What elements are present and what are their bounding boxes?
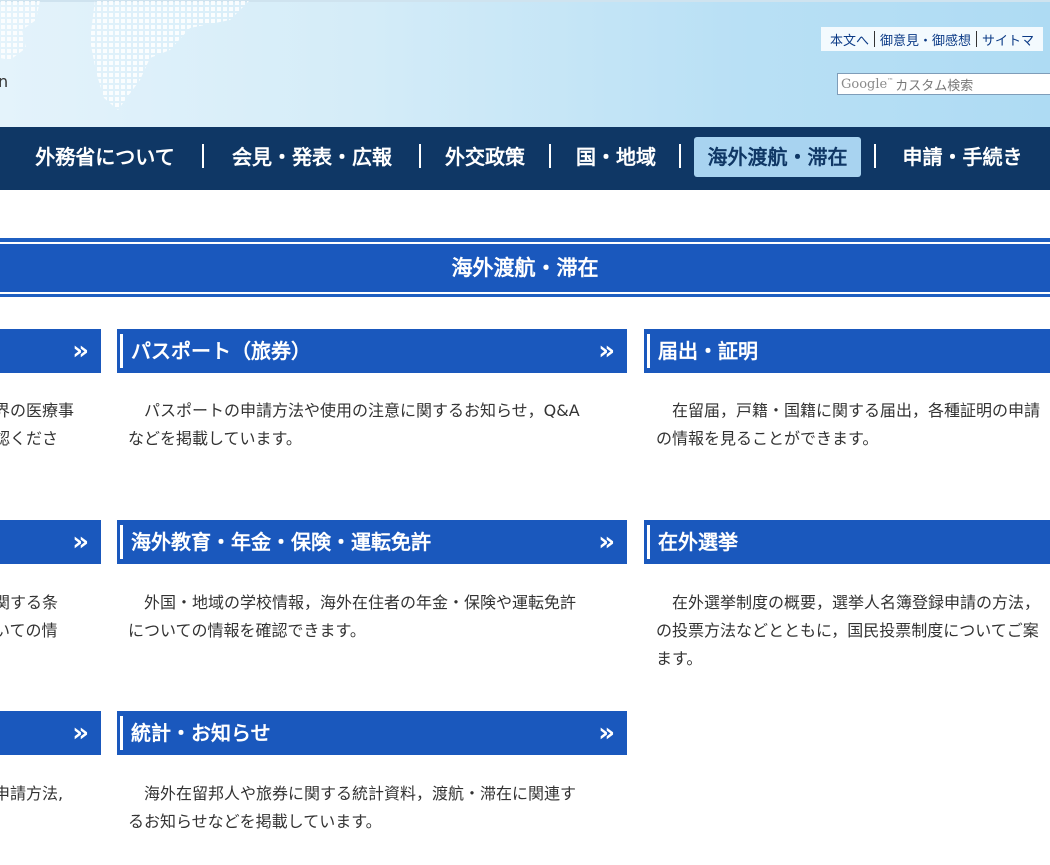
nav-item-foreign-policy[interactable]: 外交政策 <box>434 137 536 177</box>
nav-separator <box>549 144 551 168</box>
double-chevron-right-icon: » <box>72 527 89 557</box>
utility-links: 本文へ 御意見・御感想 サイトマ <box>821 27 1044 51</box>
section-title-bottom-rule <box>0 294 1050 297</box>
double-chevron-right-icon: » <box>72 718 89 748</box>
double-chevron-right-icon: » <box>598 718 615 748</box>
card-description-statistics-news: 海外在留邦人や旅券に関する統計資料，渡航・滞在に関連す るお知らせなどを掲載して… <box>128 784 577 831</box>
double-chevron-right-icon: » <box>72 336 89 366</box>
card-description-notifications-certificates: 在留届，戸籍・国籍に関する届出，各種証明の申請 の情報を見ることができます。 <box>656 401 1041 448</box>
card-description-left-3: 申請方法, <box>0 784 64 803</box>
google-logo: Google™ <box>841 76 894 92</box>
card-title: 統計・お知らせ <box>131 721 271 745</box>
section-title: 海外渡航・滞在 <box>0 244 1050 292</box>
nav-separator <box>419 144 421 168</box>
double-chevron-right-icon: » <box>598 527 615 557</box>
card-header-left-3[interactable]: » <box>0 711 101 755</box>
section-title-top-rule <box>0 238 1050 242</box>
site-header: n 本文へ 御意見・御感想 サイトマ Google™ カスタム検索 <box>0 0 1050 127</box>
custom-search-input[interactable]: Google™ カスタム検索 <box>837 73 1050 95</box>
card-title: パスポート（旅券） <box>131 339 311 363</box>
card-header-left-2[interactable]: » <box>0 520 101 564</box>
feedback-link[interactable]: 御意見・御感想 <box>875 30 976 49</box>
card-header-passport[interactable]: パスポート（旅券） » <box>117 329 627 373</box>
sitemap-link[interactable]: サイトマ <box>977 30 1039 49</box>
nav-item-press[interactable]: 会見・発表・広報 <box>218 137 406 177</box>
card-description-left-1: 界の医療事 認くださ <box>0 401 75 448</box>
site-logo-fragment[interactable]: n <box>0 72 8 91</box>
nav-separator <box>679 144 681 168</box>
world-map-graphic <box>0 0 250 110</box>
card-header-statistics-news[interactable]: 統計・お知らせ » <box>117 711 627 755</box>
nav-separator <box>202 144 204 168</box>
skip-to-content-link[interactable]: 本文へ <box>825 30 874 49</box>
card-description-overseas-voting: 在外選挙制度の概要，選挙人名簿登録申請の方法， の投票方法などとともに，国民投票… <box>656 593 1041 668</box>
nav-item-applications[interactable]: 申請・手続き <box>890 137 1035 177</box>
card-header-left-1[interactable]: » <box>0 329 101 373</box>
card-description-left-2: 関する条 いての情 <box>0 593 59 640</box>
card-header-overseas-voting[interactable]: 在外選挙 <box>644 520 1050 564</box>
card-title: 海外教育・年金・保険・運転免許 <box>131 530 431 554</box>
card-header-notifications-certificates[interactable]: 届出・証明 <box>644 329 1050 373</box>
global-nav: 外務省について 会見・発表・広報 外交政策 国・地域 海外渡航・滞在 申請・手続… <box>0 127 1050 190</box>
nav-item-about-mofa[interactable]: 外務省について <box>22 137 188 177</box>
nav-separator <box>874 144 876 168</box>
search-placeholder: カスタム検索 <box>895 78 974 94</box>
nav-item-countries-regions[interactable]: 国・地域 <box>565 137 667 177</box>
card-header-education-pension[interactable]: 海外教育・年金・保険・運転免許 » <box>117 520 627 564</box>
double-chevron-right-icon: » <box>598 336 615 366</box>
card-description-passport: パスポートの申請方法や使用の注意に関するお知らせ，Q&A などを掲載しています。 <box>128 401 580 448</box>
nav-item-travel-stay[interactable]: 海外渡航・滞在 <box>694 137 861 177</box>
card-description-education-pension: 外国・地域の学校情報，海外在住者の年金・保険や運転免許 についての情報を確認でき… <box>128 593 577 640</box>
card-title: 在外選挙 <box>658 530 738 554</box>
card-title: 届出・証明 <box>658 339 758 363</box>
